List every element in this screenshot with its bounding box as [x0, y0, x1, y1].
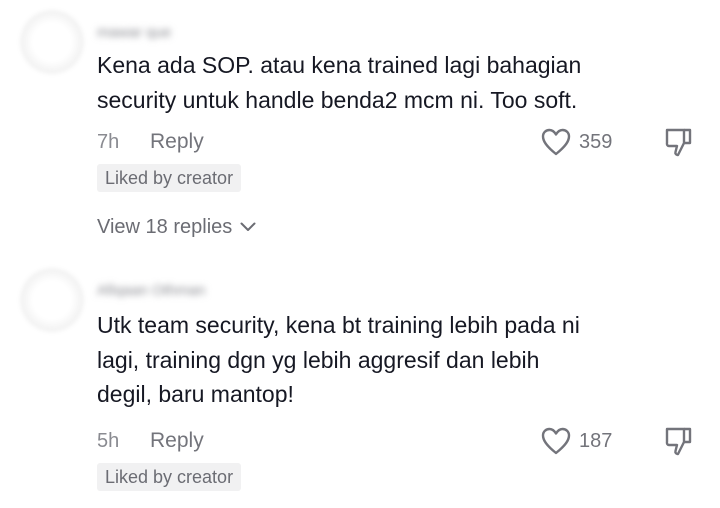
- comment-actions: 5h Reply 187: [97, 426, 720, 456]
- heart-outline-icon[interactable]: [541, 128, 571, 156]
- comment-time: 5h: [97, 430, 120, 452]
- thumbs-down-icon[interactable]: [664, 127, 692, 157]
- avatar[interactable]: [22, 270, 82, 330]
- heart-outline-icon[interactable]: [541, 427, 571, 455]
- comment-username[interactable]: Afiqaan Othman: [97, 282, 205, 299]
- comment-text: Utk team security, kena bt training lebi…: [97, 312, 580, 407]
- liked-by-creator-badge: Liked by creator: [97, 164, 242, 192]
- view-replies-label: View 18 replies: [97, 215, 233, 238]
- comment-time: 7h: [97, 131, 120, 153]
- chevron-down-icon: [240, 222, 256, 231]
- reply-button[interactable]: Reply: [150, 429, 204, 453]
- like-count: 187: [579, 430, 613, 452]
- view-replies-button[interactable]: View 18 replies: [97, 214, 256, 240]
- like-count: 359: [579, 131, 613, 153]
- thumbs-down-icon[interactable]: [664, 426, 692, 456]
- liked-by-creator-badge: Liked by creator: [97, 463, 242, 491]
- avatar[interactable]: [22, 12, 82, 72]
- comment-actions: 7h Reply 359: [97, 127, 720, 157]
- comment-text: Kena ada SOP. atau kena trained lagi bah…: [97, 52, 582, 113]
- reply-button[interactable]: Reply: [150, 130, 204, 154]
- comment-username[interactable]: mawar que: [97, 24, 171, 41]
